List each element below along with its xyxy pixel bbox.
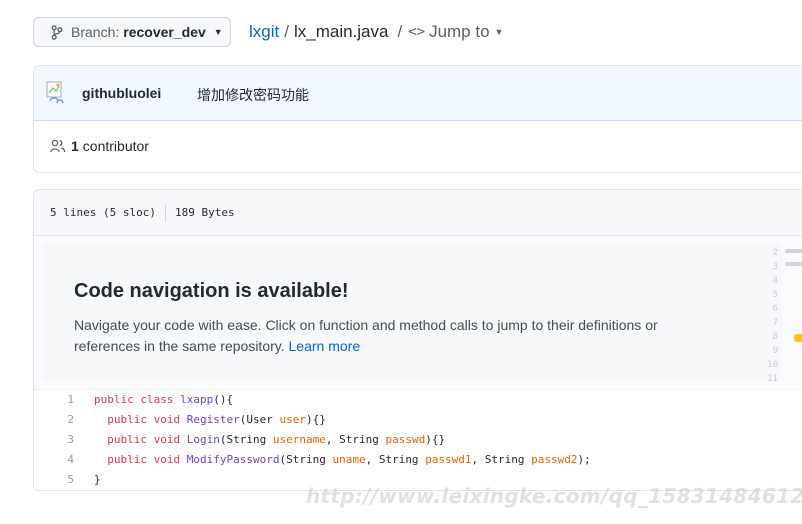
jump-to-dropdown[interactable]: <> Jump to ▼ <box>408 22 503 42</box>
code-token: void <box>153 433 181 446</box>
code-token[interactable]: Login <box>187 433 220 446</box>
code-line: 4 public void ModifyPassword(String unam… <box>34 450 802 470</box>
commit-header: githubluolei 增加修改密码功能 <box>34 66 802 121</box>
preview-line-number: 5 <box>772 290 778 300</box>
code-token: passwd2 <box>531 453 578 466</box>
watermark-text: http://www.leixingke.com/qq_158314846123… <box>306 484 802 508</box>
code-token: (String <box>219 433 273 446</box>
code-navigation-description: Navigate your code with ease. Click on f… <box>74 315 674 357</box>
preview-line-number: 10 <box>767 360 778 370</box>
preview-line-numbers: 2 3 4 5 6 7 8 9 10 11 <box>758 246 778 386</box>
code-token: void <box>153 413 181 426</box>
code-navigation-banner: Code navigation is available! Navigate y… <box>42 242 782 382</box>
learn-more-link[interactable]: Learn more <box>289 338 361 354</box>
branch-name: recover_dev <box>123 24 206 40</box>
preview-line-number: 7 <box>772 318 778 328</box>
jump-to-label: Jump to <box>429 22 490 41</box>
code-token: user <box>279 413 306 426</box>
preview-line-number: 3 <box>772 262 778 272</box>
code-token: , String <box>471 453 532 466</box>
line-number[interactable]: 4 <box>34 450 94 470</box>
breadcrumb: lxgit / lx_main.java / <> Jump to ▼ <box>249 22 503 42</box>
code-token[interactable]: lxapp <box>180 393 213 406</box>
branch-label: Branch: <box>71 24 120 40</box>
code-token[interactable]: Register <box>187 413 240 426</box>
code-token: (User <box>239 413 280 426</box>
code-token[interactable]: ModifyPassword <box>187 453 280 466</box>
file-viewer: 5 lines (5 sloc) 189 Bytes Code navigati… <box>33 189 802 491</box>
line-number[interactable]: 2 <box>34 410 94 430</box>
code-token: public <box>107 453 147 466</box>
contributor-count: 1 <box>71 138 79 154</box>
preview-line-number: 6 <box>772 304 778 314</box>
people-icon <box>50 139 66 153</box>
file-line-count: 5 lines (5 sloc) <box>50 206 156 219</box>
code-text: public class lxapp(){ <box>94 390 233 410</box>
breadcrumb-file: lx_main.java <box>293 22 389 41</box>
code-text: public void Login(String username, Strin… <box>94 430 445 450</box>
preview-highlight <box>794 334 802 342</box>
line-number[interactable]: 1 <box>34 390 94 410</box>
code-navigation-text: Navigate your code with ease. Click on f… <box>74 317 658 354</box>
preview-line-number: 11 <box>767 374 778 384</box>
git-branch-icon <box>51 24 63 40</box>
commit-author-link[interactable]: githubluolei <box>82 85 161 101</box>
file-size: 189 Bytes <box>174 206 235 219</box>
code-token: , String <box>365 453 426 466</box>
code-token: void <box>153 453 181 466</box>
branch-select-button[interactable]: Branch: recover_dev ▼ <box>33 17 231 47</box>
code-token: } <box>94 473 101 486</box>
code-line: 3 public void Login(String username, Str… <box>34 430 802 450</box>
divider <box>164 203 166 222</box>
code-token: public <box>107 413 147 426</box>
preview-line-number: 2 <box>772 248 778 258</box>
code-line: 1 public class lxapp(){ <box>34 390 802 410</box>
code-token: , String <box>325 433 386 446</box>
chevron-down-icon: ▼ <box>494 27 504 37</box>
preview-line-number: 9 <box>772 346 778 356</box>
breadcrumb-repo-link[interactable]: lxgit <box>249 22 279 42</box>
preview-line-number: 4 <box>772 276 778 286</box>
line-number[interactable]: 5 <box>34 470 94 490</box>
code-token: ); <box>577 453 591 466</box>
code-text: public void ModifyPassword(String uname,… <box>94 450 591 470</box>
breadcrumb-separator: / <box>284 22 289 41</box>
contributor-label: contributor <box>82 138 149 154</box>
code-token: (){ <box>213 393 234 406</box>
code-token: username <box>272 433 326 446</box>
code-table: 1 public class lxapp(){ 2 public void Re… <box>34 390 802 490</box>
code-token: ){} <box>305 413 326 426</box>
code-token: class <box>140 393 174 406</box>
commit-message-link[interactable]: 增加修改密码功能 <box>197 85 309 105</box>
file-info-bar: 5 lines (5 sloc) 189 Bytes <box>34 190 802 236</box>
code-token: public <box>94 393 134 406</box>
preview-code-bar <box>785 249 802 253</box>
code-token: passwd <box>385 433 426 446</box>
chevron-down-icon: ▼ <box>213 27 223 37</box>
code-token: ){} <box>425 433 446 446</box>
preview-line-number: 8 <box>772 332 778 342</box>
code-navigation-title: Code navigation is available! <box>74 280 349 302</box>
latest-commit-box: githubluolei 增加修改密码功能 1 contributor <box>33 65 802 173</box>
code-icon: <> <box>408 24 426 40</box>
code-token: public <box>107 433 147 446</box>
code-navigation-panel: Code navigation is available! Navigate y… <box>34 236 802 390</box>
line-number[interactable]: 3 <box>34 430 94 450</box>
code-token: (String <box>279 453 333 466</box>
contributors[interactable]: 1 contributor <box>50 138 149 154</box>
code-text: } <box>94 470 101 490</box>
code-line: 2 public void Register(User user){} <box>34 410 802 430</box>
preview-code-bar <box>785 262 802 266</box>
code-text: public void Register(User user){} <box>94 410 326 430</box>
code-token: uname <box>332 453 366 466</box>
avatar[interactable] <box>46 81 66 105</box>
breadcrumb-separator: / <box>397 22 403 41</box>
code-token: passwd1 <box>425 453 472 466</box>
